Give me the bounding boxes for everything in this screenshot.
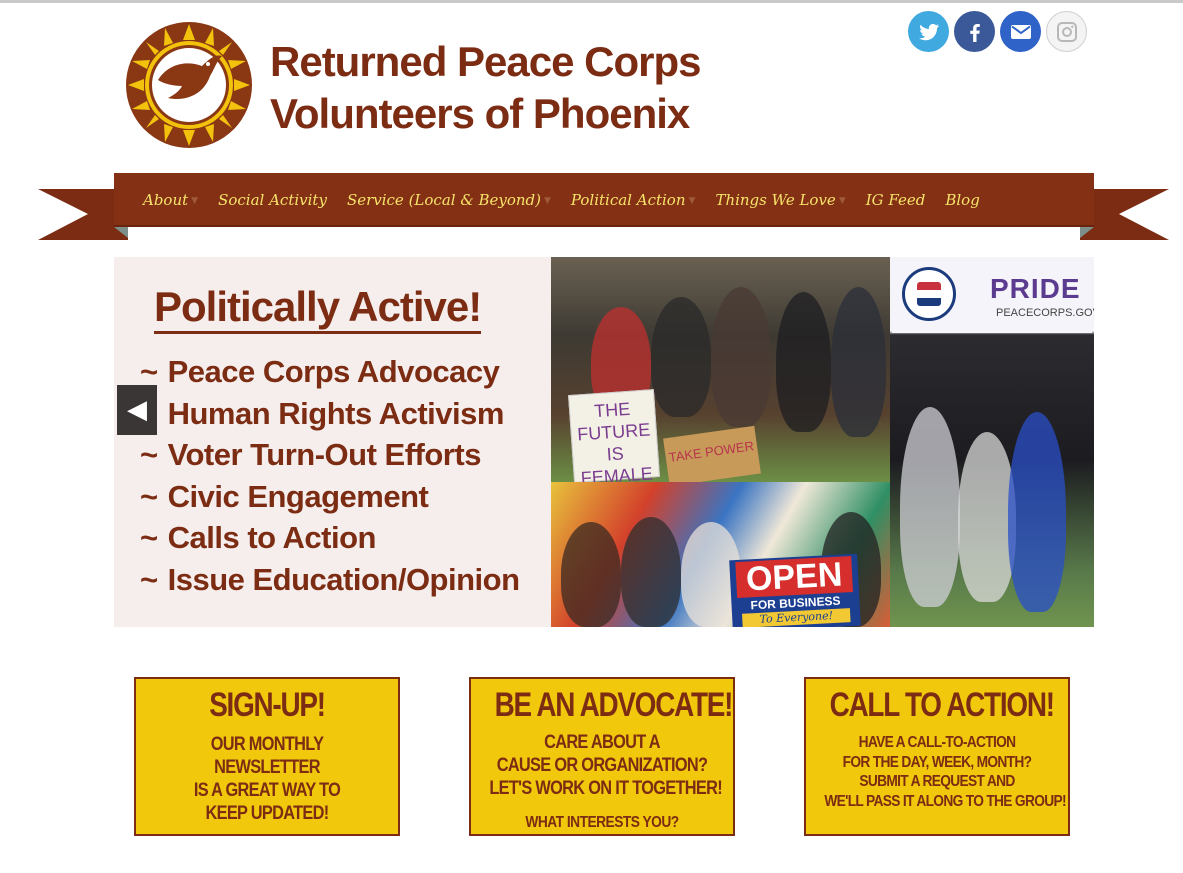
slider-prev-button[interactable]: ◀ (117, 385, 157, 435)
instagram-button[interactable] (1046, 11, 1087, 52)
callout-line: CAUSE OR ORGANIZATION? (496, 755, 708, 776)
main-nav: About ▼ Social Activity Service (Local & … (114, 173, 1094, 226)
callout-line: SUBMIT A REQUEST AND (859, 773, 1015, 790)
call-to-action-callout[interactable]: CALL TO ACTION! HAVE A CALL-TO-ACTION FO… (804, 677, 1070, 836)
list-item: ~ Calls to Action (140, 520, 376, 555)
slide-photo-collage: THE FUTURE IS FEMALE TAKE POWER BACK! OP… (551, 257, 1094, 627)
twitter-icon (918, 23, 939, 40)
person-figure (900, 407, 960, 607)
chevron-down-icon: ▼ (543, 195, 551, 206)
nav-political-action[interactable]: Political Action ▼ (571, 191, 696, 209)
pride-url: PEACECORPS.GOV (996, 307, 1094, 319)
pride-banner: PRIDE PEACECORPS.GOV (892, 261, 1094, 333)
slide-text-panel: Politically Active! ~ Peace Corps Advocac… (114, 257, 551, 627)
twitter-button[interactable] (908, 11, 949, 52)
nav-ig-feed[interactable]: IG Feed (866, 191, 926, 209)
future-sign: THE FUTURE IS FEMALE (568, 389, 660, 488)
list-item: ~ Issue Education/Opinion (140, 561, 520, 597)
arrow-left-icon: ◀ (127, 395, 147, 425)
chevron-down-icon: ▼ (191, 195, 199, 206)
callout-line: FOR THE DAY, WEEK, MONTH? (842, 753, 1032, 771)
nav-social-activity[interactable]: Social Activity (218, 191, 327, 209)
callout-line: OUR MONTHLY (210, 734, 324, 755)
email-icon (1010, 24, 1031, 39)
person-figure (1008, 412, 1066, 612)
person-figure (776, 292, 831, 432)
list-item: ~ Peace Corps Advocacy (140, 354, 500, 389)
top-border (0, 0, 1183, 3)
chevron-down-icon: ▼ (838, 195, 846, 206)
callout-line: CARE ABOUT A (544, 732, 660, 753)
person-figure (651, 297, 711, 417)
person-figure (561, 522, 621, 627)
callout-line: WE'LL PASS IT ALONG TO THE GROUP! (824, 792, 1066, 810)
power-back-sign: TAKE POWER BACK! (663, 425, 761, 501)
email-button[interactable] (1000, 11, 1041, 52)
advocate-callout[interactable]: BE AN ADVOCATE! CARE ABOUT A CAUSE OR OR… (469, 677, 735, 836)
peace-corps-seal-icon (902, 267, 956, 321)
site-title-line2: Volunteers of Phoenix (270, 90, 690, 137)
nav-service[interactable]: Service (Local & Beyond) ▼ (347, 191, 551, 209)
callout-line: KEEP UPDATED! (205, 803, 329, 824)
march-photo: THE FUTURE IS FEMALE TAKE POWER BACK! (551, 257, 890, 501)
nav-about[interactable]: About ▼ (143, 191, 198, 209)
facebook-button[interactable] (954, 11, 995, 52)
callout-line: IS A GREAT WAY TO (193, 780, 341, 801)
callout-line: NEWSLETTER (214, 757, 320, 778)
site-title-line1: Returned Peace Corps (270, 38, 701, 85)
slide-list: ~Peace Corps Advocacy ~Human Rights Acti… (140, 351, 520, 600)
person-figure (831, 287, 886, 437)
instagram-icon (1056, 21, 1077, 42)
hero-slider: Politically Active! ~ Peace Corps Advocac… (114, 257, 1094, 627)
nav-blog[interactable]: Blog (945, 191, 979, 209)
advocate-question: WHAT INTERESTS YOU? (525, 814, 679, 831)
action-title: CALL TO ACTION! (829, 686, 1055, 724)
list-item: ~Human Rights Activism (140, 395, 504, 431)
chevron-down-icon: ▼ (688, 195, 696, 206)
advocate-title: BE AN ADVOCATE! (494, 686, 734, 724)
slide-heading: Politically Active! (154, 283, 482, 334)
list-item: ~ Civic Engagement (140, 478, 429, 514)
nav-things-we-love[interactable]: Things We Love ▼ (715, 191, 845, 209)
open-for-business-sign: OPEN FOR BUSINESS To Everyone! (729, 553, 861, 627)
pride-text: PRIDE (990, 273, 1081, 304)
facebook-icon (969, 23, 980, 42)
list-item: ~ Voter Turn-Out Efforts (140, 437, 481, 472)
signup-callout[interactable]: SIGN-UP! OUR MONTHLY NEWSLETTER IS A GRE… (134, 677, 400, 836)
person-figure (711, 287, 771, 427)
callout-line: HAVE A CALL-TO-ACTION (858, 734, 1016, 751)
site-title[interactable]: Returned Peace Corps Volunteers of Phoen… (270, 36, 701, 140)
signup-title: SIGN-UP! (209, 686, 326, 724)
person-figure (621, 517, 681, 627)
dove-sun-logo[interactable] (124, 20, 254, 150)
callout-line: LET'S WORK ON IT TOGETHER! (489, 778, 722, 799)
